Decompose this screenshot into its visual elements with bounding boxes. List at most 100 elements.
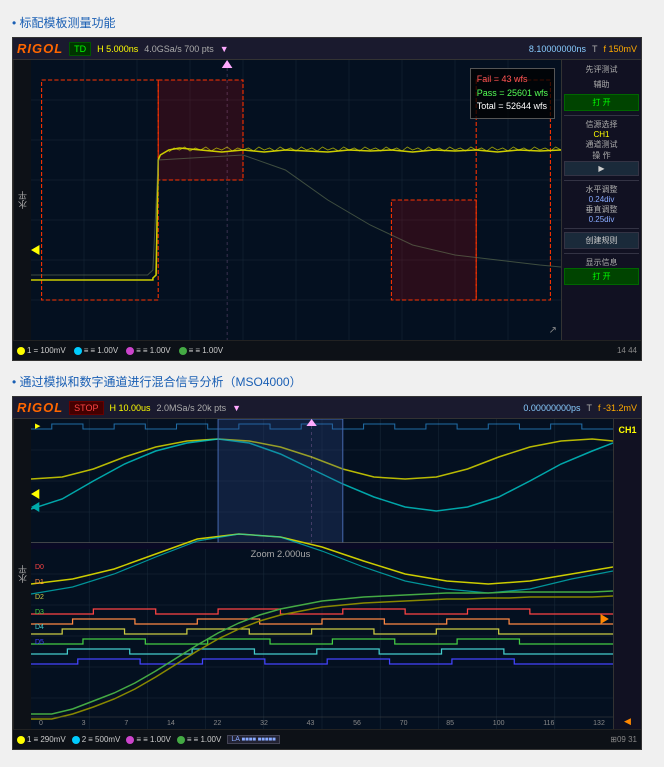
scope1-ch4-dot <box>179 347 187 355</box>
x-tick-116: 116 <box>543 720 554 727</box>
scope1-ch1-val: 1 <box>27 346 31 355</box>
rpanel-dispinfo: 显示信息 <box>564 257 639 268</box>
scope2-ch4-indicator: ≡ ≡ 1.00V <box>177 735 221 744</box>
scope1-ch1-indicator: 1 = 100mV <box>17 346 66 355</box>
scope1-waveform: Fail = 43 wfs Pass = 25601 wfs Total = 5… <box>31 60 561 340</box>
x-tick-56: 56 <box>353 720 361 727</box>
scope1-time: 14 44 <box>617 346 637 355</box>
rpanel-hlabel: 水平调整 <box>564 184 639 195</box>
scope2-ch4-dot <box>177 736 185 744</box>
rigol-logo-1: RIGOL <box>17 41 63 56</box>
scope1-ch2-meas: ≡ 1.00V <box>90 346 118 355</box>
scope1-samplerate: 4.0GSa/s 700 pts <box>144 44 214 54</box>
scope2-ch1-label: CH1 <box>618 425 636 435</box>
scope2-ch-left: ▶ <box>35 422 40 430</box>
mask-pass-count: Pass = 25601 wfs <box>477 87 548 101</box>
scope2-rightinfo: 0.00000000ps T f -31.2mV <box>523 403 637 413</box>
scope1-ch2-val: ≡ <box>84 346 89 355</box>
scope1-rightinfo: 8.10000000ns T f 150mV <box>529 44 637 54</box>
scope2-trigpos: 0.00000000ps <box>523 403 580 413</box>
scope2-ch3-meas: ≡ 1.00V <box>143 735 171 744</box>
scope2-status: STOP <box>69 401 103 415</box>
rpanel-section2: 信源选择 CH1 通道测试 操 作 ▶ <box>564 115 639 176</box>
scope1-main: 水平 <box>13 60 641 340</box>
x-tick-7: 7 <box>124 720 128 727</box>
scope2-ch1-dot <box>17 736 25 744</box>
scope1-corner-arrow: ↗ <box>549 325 557 336</box>
dig-label-d3: D3 <box>35 609 44 616</box>
section2-title: 通过模拟和数字通道进行混合信号分析（MSO4000） <box>12 373 652 390</box>
rpanel-section3: 水平调整 0.24div 垂直调整 0.25div <box>564 180 639 224</box>
dig-labels-container: D0 D1 D2 D3 D4 D5 <box>35 564 44 646</box>
scope2-trigicon: T <box>586 403 592 413</box>
rpanel-vlabel: 垂直调整 <box>564 204 639 215</box>
scope2-ch2-indicator: 2 ≡ 500mV <box>72 735 121 744</box>
scope1-bottombar: 1 = 100mV ≡ ≡ 1.00V ≡ ≡ 1.00V ≡ ≡ 1.00V … <box>13 340 641 360</box>
scope1-ch4-meas: ≡ 1.00V <box>195 346 223 355</box>
rpanel-btn-open2[interactable]: 打 开 <box>564 268 639 285</box>
rpanel-create-rule[interactable]: 创建规则 <box>564 232 639 249</box>
x-tick-85: 85 <box>446 720 454 727</box>
rpanel-btn-open1[interactable]: 打 开 <box>564 94 639 111</box>
x-tick-0: 0 <box>39 720 43 727</box>
scope2-bottombar: 1 ≡ 290mV 2 ≡ 500mV ≡ ≡ 1.00V ≡ ≡ 1.00V … <box>13 729 641 749</box>
x-tick-3: 3 <box>82 720 86 727</box>
scope1-ch1-dot <box>17 347 25 355</box>
rpanel-label4: 通道测试 <box>564 139 639 150</box>
scope1-topbar: RIGOL TD H 5.000ns 4.0GSa/s 700 pts ▼ 8.… <box>13 38 641 60</box>
scope2-ch2-dot <box>72 736 80 744</box>
scope2-ch4-num: ≡ <box>187 735 192 744</box>
dig-label-d5: D5 <box>35 639 44 646</box>
scope1-timediv: H 5.000ns <box>97 44 138 54</box>
scope2-ch3-indicator: ≡ ≡ 1.00V <box>126 735 170 744</box>
rigol-logo-2: RIGOL <box>17 400 63 415</box>
x-tick-22: 22 <box>214 720 222 727</box>
rpanel-hval: 0.24div <box>564 195 639 204</box>
scope2-ch1-indicator: 1 ≡ 290mV <box>17 735 66 744</box>
scope2-ch1-num: 1 <box>27 735 31 744</box>
scope2-main: 水平 <box>13 419 641 729</box>
x-axis-labels: 0 3 7 14 22 32 43 56 70 85 100 116 132 <box>39 720 605 727</box>
scope2-markerU: ▼ <box>232 403 241 413</box>
scope2-timediv: H 10.00us <box>110 403 151 413</box>
scope2-samplerate: 2.0MSa/s 20k pts <box>157 403 227 413</box>
scope1-ylabel: 水平 <box>13 60 31 340</box>
mask-info-box: Fail = 43 wfs Pass = 25601 wfs Total = 5… <box>470 68 555 119</box>
scope2-ch1-meas: ≡ 290mV <box>33 735 65 744</box>
x-tick-70: 70 <box>400 720 408 727</box>
scope2-ch3-dot <box>126 736 134 744</box>
scope2-topbar: RIGOL STOP H 10.00us 2.0MSa/s 20k pts ▼ … <box>13 397 641 419</box>
scope2-rightpanel: CH1 ◀ <box>613 419 641 729</box>
scope2-waveform: Zoom 2.000us <box>31 419 613 729</box>
scope1-ch3-indicator: ≡ ≡ 1.00V <box>126 346 170 355</box>
scope1-status: TD <box>69 42 91 56</box>
scope1-rightpanel: 先评测试 辅助 打 开 信源选择 CH1 通道测试 操 作 ▶ 水平调整 0.2… <box>561 60 641 340</box>
section1-link[interactable]: 标配模板测量功能 <box>20 16 116 30</box>
scope2-time: ⊞09 31 <box>610 735 637 744</box>
scope1-ch2-dot <box>74 347 82 355</box>
scope1-markerU: ▼ <box>220 44 229 54</box>
scope1-volt: f 150mV <box>603 44 637 54</box>
usb-icon: ⊞09 31 <box>610 735 637 744</box>
dig-label-d2: D2 <box>35 594 44 601</box>
scope2-frame: RIGOL STOP H 10.00us 2.0MSa/s 20k pts ▼ … <box>12 396 642 750</box>
rpanel-label5: 操 作 <box>564 150 639 161</box>
la-indicator: LA ■■■■ ■■■■■ <box>227 735 279 744</box>
rpanel-vval: 0.25div <box>564 215 639 224</box>
scope1-trigicon: T <box>592 44 598 54</box>
section1-title: 标配模板测量功能 <box>12 14 652 31</box>
scope2-ch3-num: ≡ <box>136 735 141 744</box>
mask-total-count: Total = 52644 wfs <box>477 100 548 114</box>
page-container: 标配模板测量功能 RIGOL TD H 5.000ns 4.0GSa/s 700… <box>0 0 664 766</box>
scope1-ch3-dot <box>126 347 134 355</box>
scope1-ch4-val: ≡ <box>189 346 194 355</box>
scope1-ch3-val: ≡ <box>136 346 141 355</box>
la-bits: ■■■■ ■■■■■ <box>241 737 275 743</box>
svg-text:Zoom 2.000us: Zoom 2.000us <box>251 549 311 559</box>
x-tick-14: 14 <box>167 720 175 727</box>
rpanel-label2: 信源选择 <box>564 119 639 130</box>
scope1-frame: RIGOL TD H 5.000ns 4.0GSa/s 700 pts ▼ 8.… <box>12 37 642 361</box>
section2-link[interactable]: 通过模拟和数字通道进行混合信号分析（MSO4000） <box>20 375 302 389</box>
rpanel-label-assist: 辅助 <box>564 79 639 90</box>
rpanel-play-btn[interactable]: ▶ <box>564 161 639 176</box>
